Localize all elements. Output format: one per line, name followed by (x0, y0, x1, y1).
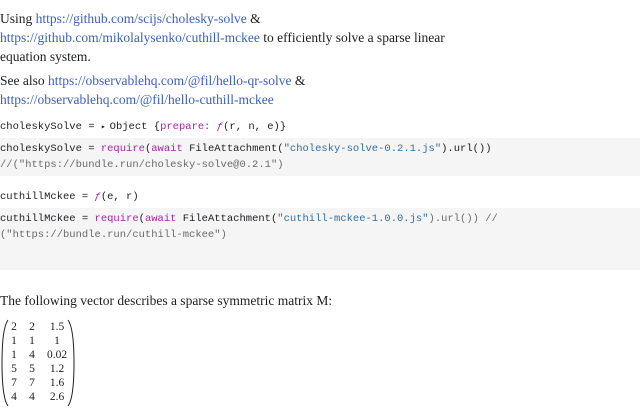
await-keyword: await (144, 213, 177, 225)
cuthill-code-cell[interactable]: cuthillMckee = require(await FileAttachm… (0, 208, 640, 270)
cholesky-code-cell[interactable]: choleskySolve = require(await FileAttach… (0, 138, 640, 176)
await-keyword: await (151, 143, 183, 155)
matrix-cell: 4 (29, 391, 35, 403)
intro-using: Using (0, 11, 36, 26)
matrix-cell: 2 (29, 321, 35, 333)
cuthill-code-line1: cuthillMckee = require(await FileAttachm… (0, 211, 640, 227)
cuthill-output-name: cuthillMckee = (0, 191, 95, 203)
cholesky-output-object: Object { (109, 121, 161, 133)
matrix-cell: 2.6 (49, 391, 65, 403)
intro-amp: & (246, 11, 261, 26)
matrix-cell: 4 (11, 391, 17, 403)
cuthill-code-comment: ("https://bundle.run/cuthill-mckee") (0, 229, 227, 241)
require-keyword: require (94, 213, 139, 225)
file-string: "cholesky-solve-0.2.1.js" (283, 143, 442, 155)
expand-triangle-icon[interactable]: ▸ (101, 120, 106, 136)
see-also-paragraph: See also https://observablehq.com/@fil/h… (0, 71, 470, 109)
matrix-cell: 1.2 (49, 363, 65, 375)
matrix-cell: 1.6 (49, 377, 65, 389)
cuthill-output-cell[interactable]: cuthillMckee = ƒ(e, r) (0, 189, 640, 205)
cholesky-output-key: prepare: (160, 121, 211, 133)
matrix-m: 2 2 1.5 1 1 1 1 4 0.02 5 5 1.2 7 7 1.6 4… (0, 318, 80, 408)
file-string: "cuthill-mckee-1.0.0.js" (277, 213, 429, 225)
link-cholesky-solve[interactable]: https://github.com/scijs/cholesky-solve (36, 11, 247, 26)
link-hello-qr-solve[interactable]: https://observablehq.com/@fil/hello-qr-s… (48, 73, 292, 88)
matrix-cell: 5 (29, 363, 35, 375)
matrix-cell: 7 (11, 377, 17, 389)
require-keyword: require (100, 143, 145, 155)
code-end: ).url()) // (428, 213, 498, 225)
link-cuthill-mckee[interactable]: https://github.com/mikolalysenko/cuthill… (0, 30, 260, 45)
matrix-cell: 1.5 (49, 321, 65, 333)
file-attachment-call: FileAttachment( (176, 213, 278, 225)
matrix-cell: 1 (54, 335, 60, 347)
link-hello-cuthill-mckee[interactable]: https://observablehq.com/@fil/hello-cuth… (0, 92, 274, 107)
cuthill-output-args: (e, r) (100, 191, 139, 203)
matrix-cell: 1 (29, 335, 35, 347)
function-symbol: ƒ (210, 121, 224, 133)
matrix-cell: 5 (11, 363, 17, 375)
see-also-prefix: See also (0, 73, 48, 88)
cholesky-code-line1: choleskySolve = require(await FileAttach… (0, 141, 640, 157)
cholesky-output-name: choleskySolve = (0, 121, 101, 133)
see-also-amp: & (291, 73, 306, 88)
intro-paragraph: Using https://github.com/scijs/cholesky-… (0, 9, 470, 66)
matrix-cell: 4 (29, 349, 35, 361)
cholesky-output-cell[interactable]: choleskySolve = ▸ Object {prepare: ƒ(r, n… (0, 119, 640, 135)
file-attachment-call: FileAttachment( (182, 143, 284, 155)
cholesky-code-comment: //("https://bundle.run/cholesky-solve@0.… (0, 159, 284, 171)
matrix-cell: 7 (29, 377, 35, 389)
matrix-cell: 1 (11, 349, 17, 361)
cholesky-output-args: (r, n, e)} (223, 121, 287, 133)
code-end: ).url()) (441, 143, 492, 155)
matrix-cell: 2 (11, 321, 17, 333)
cuthill-code-name: cuthillMckee = (0, 213, 95, 225)
vector-description: The following vector describes a sparse … (0, 293, 333, 308)
cholesky-code-name: choleskySolve = (0, 143, 101, 155)
matrix-cell: 1 (11, 335, 17, 347)
matrix-cell: 0.02 (46, 349, 68, 361)
